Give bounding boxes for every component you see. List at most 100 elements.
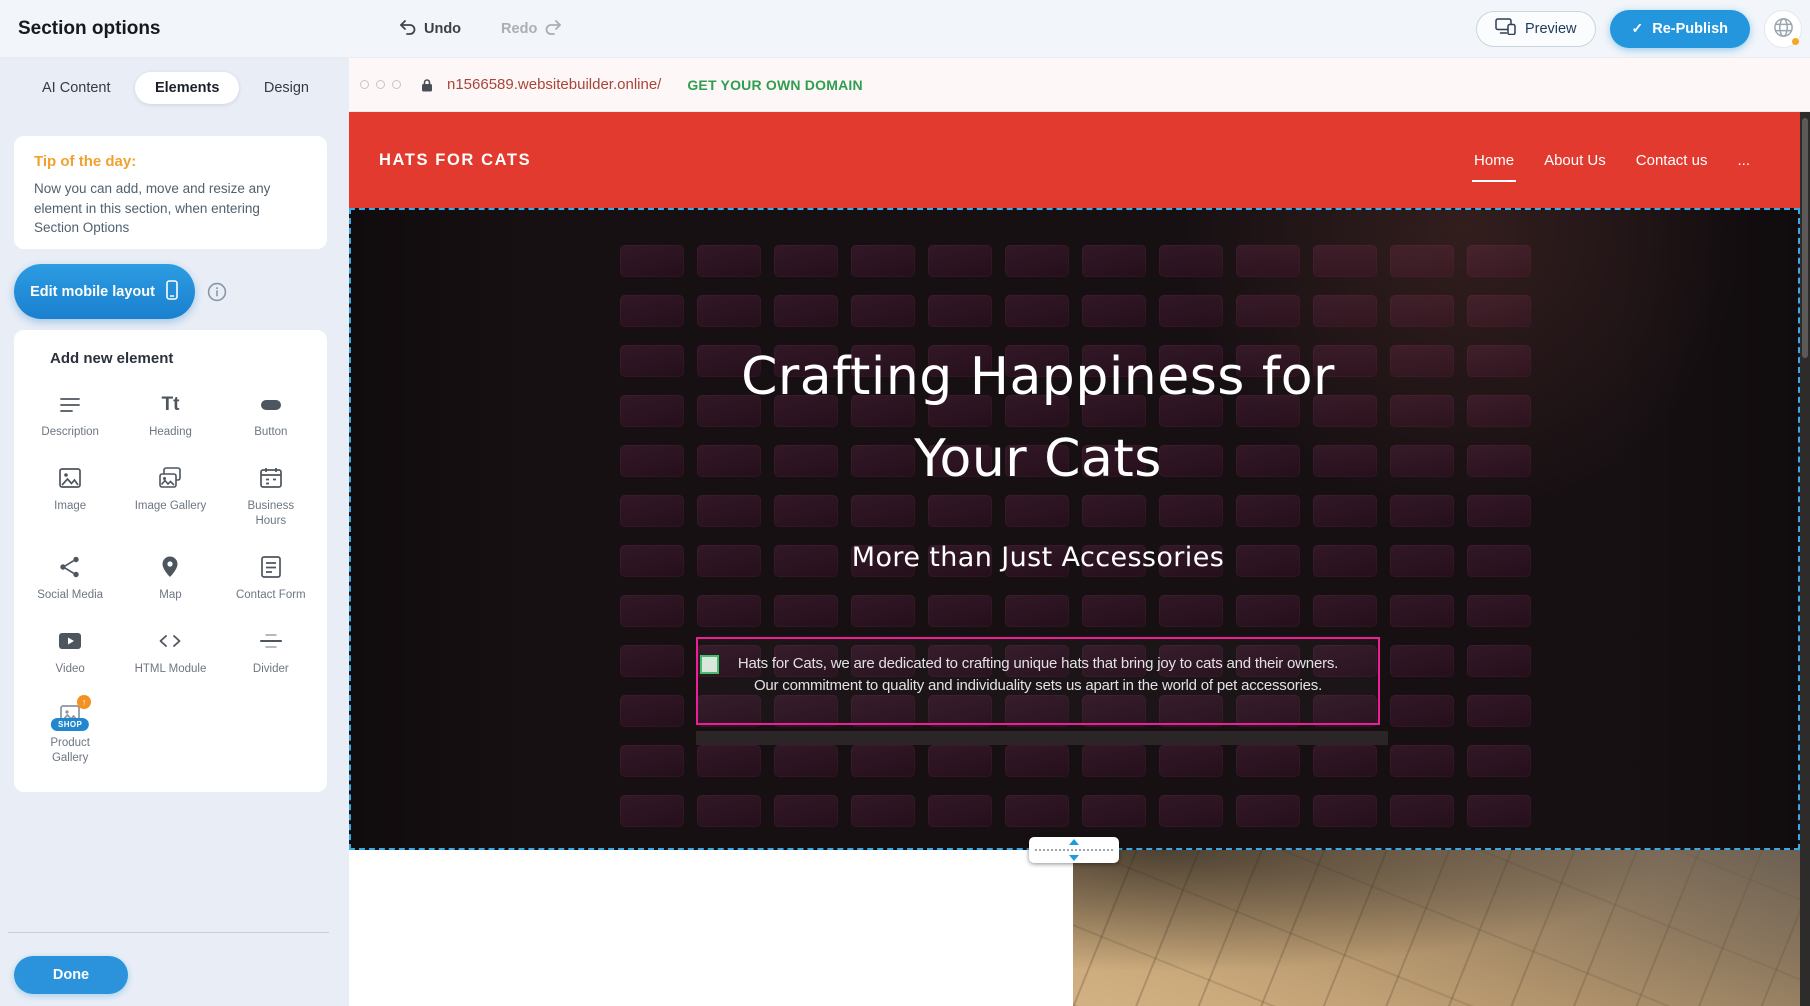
sidebar-divider bbox=[8, 932, 329, 933]
element-heading[interactable]: Tt Heading bbox=[120, 391, 220, 440]
hero-heading-line1: Crafting Happiness for bbox=[351, 336, 1725, 418]
nav-home[interactable]: Home bbox=[1472, 152, 1516, 169]
hero-tile bbox=[1236, 245, 1300, 277]
hero-tile bbox=[1159, 595, 1223, 627]
element-social-media[interactable]: Social Media bbox=[20, 554, 120, 603]
hero-tile bbox=[1467, 295, 1531, 327]
hero-tile bbox=[697, 595, 761, 627]
image-icon bbox=[57, 465, 83, 492]
history-controls: Undo Redo bbox=[393, 18, 568, 40]
description-icon bbox=[57, 391, 83, 418]
element-contact-form[interactable]: Contact Form bbox=[221, 554, 321, 603]
app: Section options Undo Redo Preview ✓ Re-P… bbox=[0, 0, 1810, 1006]
button-icon bbox=[258, 391, 284, 418]
canvas-scrollbar[interactable] bbox=[1800, 112, 1810, 1006]
hero-tile bbox=[697, 795, 761, 827]
tab-ai-content[interactable]: AI Content bbox=[36, 73, 117, 103]
edit-mobile-layout-button[interactable]: Edit mobile layout bbox=[14, 264, 195, 319]
hero-tile bbox=[1390, 645, 1454, 677]
video-icon bbox=[57, 628, 83, 655]
panel-title: Add new element bbox=[50, 350, 327, 367]
tip-of-the-day-card: Tip of the day: Now you can add, move an… bbox=[14, 136, 327, 249]
element-business-hours[interactable]: Business Hours bbox=[221, 465, 321, 529]
element-resize-handle[interactable] bbox=[700, 655, 719, 674]
hero-tile bbox=[1082, 295, 1146, 327]
element-grid: Description Tt Heading Button Image Imag… bbox=[14, 391, 327, 766]
undo-button[interactable]: Undo bbox=[393, 18, 467, 40]
tab-design[interactable]: Design bbox=[258, 73, 315, 103]
element-video[interactable]: Video bbox=[20, 628, 120, 677]
redo-label: Redo bbox=[501, 21, 537, 37]
element-image-gallery[interactable]: Image Gallery bbox=[120, 465, 220, 529]
html-module-icon bbox=[157, 628, 183, 655]
info-icon bbox=[207, 282, 227, 305]
section-height-drag-handle[interactable] bbox=[1029, 837, 1119, 863]
hero-tile bbox=[1390, 295, 1454, 327]
hero-tile bbox=[620, 695, 684, 727]
site-logo[interactable]: HATS FOR CATS bbox=[379, 151, 531, 170]
hero-tile bbox=[1390, 595, 1454, 627]
hero-tile bbox=[1236, 745, 1300, 777]
hero-tile bbox=[620, 295, 684, 327]
hero-tile bbox=[774, 745, 838, 777]
get-domain-link[interactable]: GET YOUR OWN DOMAIN bbox=[681, 76, 868, 94]
preview-button[interactable]: Preview bbox=[1476, 11, 1596, 47]
site-url[interactable]: n1566589.websitebuilder.online/ bbox=[441, 75, 667, 94]
hero-tile bbox=[928, 295, 992, 327]
hero-tile bbox=[1005, 245, 1069, 277]
hover-highlight-strip bbox=[696, 731, 1388, 745]
next-section[interactable] bbox=[349, 850, 1810, 1006]
hero-subheading[interactable]: More than Just Accessories bbox=[351, 540, 1725, 576]
social-media-icon bbox=[57, 554, 83, 581]
element-image[interactable]: Image bbox=[20, 465, 120, 529]
shop-pill: SHOP bbox=[51, 718, 89, 731]
site-header[interactable]: HATS FOR CATS Home About Us Contact us .… bbox=[349, 112, 1810, 208]
hero-tile bbox=[851, 795, 915, 827]
hero-tile bbox=[1467, 695, 1531, 727]
add-new-element-panel: Add new element Description Tt Heading B… bbox=[14, 330, 327, 792]
element-product-gallery[interactable]: ↑ SHOP Product Gallery bbox=[20, 702, 120, 766]
element-map[interactable]: Map bbox=[120, 554, 220, 603]
tip-body: Now you can add, move and resize any ele… bbox=[34, 179, 307, 238]
preview-label: Preview bbox=[1525, 21, 1577, 37]
hero-tile bbox=[1082, 795, 1146, 827]
nav-more[interactable]: ... bbox=[1735, 152, 1752, 169]
redo-icon bbox=[544, 19, 562, 39]
language-button[interactable] bbox=[1764, 10, 1802, 48]
hero-paragraph-selected[interactable]: Hats for Cats, we are dedicated to craft… bbox=[696, 637, 1380, 725]
element-divider[interactable]: Divider bbox=[221, 628, 321, 677]
hero-tile bbox=[1313, 595, 1377, 627]
hero-tile bbox=[1313, 245, 1377, 277]
undo-icon bbox=[399, 19, 417, 39]
divider-icon bbox=[258, 628, 284, 655]
hero-tile bbox=[1159, 745, 1223, 777]
window-dots bbox=[360, 80, 401, 89]
hero-tile bbox=[1236, 295, 1300, 327]
hero-tile bbox=[1236, 595, 1300, 627]
contact-form-icon bbox=[258, 554, 284, 581]
nav-about-us[interactable]: About Us bbox=[1542, 152, 1608, 169]
element-description[interactable]: Description bbox=[20, 391, 120, 440]
tab-elements[interactable]: Elements bbox=[135, 72, 239, 104]
hero-tile bbox=[1467, 745, 1531, 777]
element-html-module[interactable]: HTML Module bbox=[120, 628, 220, 677]
republish-button[interactable]: ✓ Re-Publish bbox=[1610, 10, 1750, 48]
page-title: Section options bbox=[18, 18, 161, 40]
hero-section-selected[interactable]: Crafting Happiness for Your Cats More th… bbox=[349, 208, 1800, 850]
hero-tile bbox=[1005, 795, 1069, 827]
info-button[interactable] bbox=[207, 282, 227, 305]
hero-heading-line2: Your Cats bbox=[351, 418, 1725, 500]
heading-icon: Tt bbox=[162, 391, 180, 418]
hero-tile bbox=[1082, 745, 1146, 777]
scrollbar-thumb[interactable] bbox=[1802, 118, 1808, 358]
tip-title: Tip of the day: bbox=[34, 153, 307, 170]
paragraph-line1: Hats for Cats, we are dedicated to craft… bbox=[698, 653, 1378, 675]
element-button[interactable]: Button bbox=[221, 391, 321, 440]
hero-tile bbox=[620, 595, 684, 627]
hero-heading[interactable]: Crafting Happiness for Your Cats bbox=[351, 336, 1725, 500]
hero-tile bbox=[1313, 745, 1377, 777]
hero-tile bbox=[620, 645, 684, 677]
done-button[interactable]: Done bbox=[14, 956, 128, 994]
nav-contact-us[interactable]: Contact us bbox=[1634, 152, 1710, 169]
redo-button[interactable]: Redo bbox=[495, 18, 568, 40]
